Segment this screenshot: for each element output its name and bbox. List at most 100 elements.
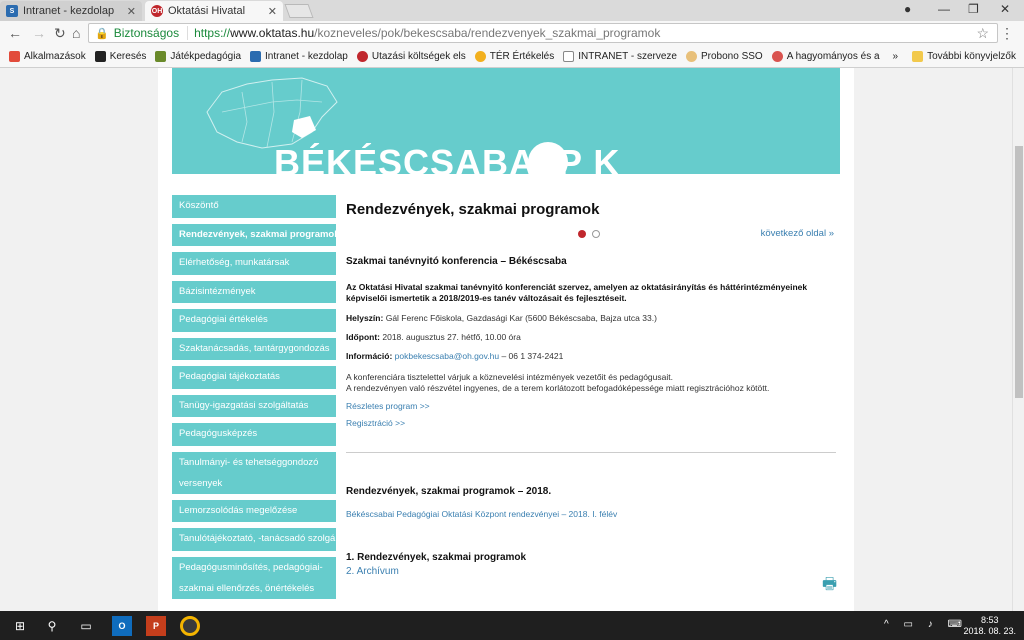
chrome-icon[interactable] — [180, 616, 200, 636]
butterfly-icon — [155, 51, 167, 62]
sidebar-item-tanugy[interactable]: Tanügy-igazgatási szolgáltatás — [172, 394, 336, 417]
address-bar[interactable]: 🔒 Biztonságos https://www.oktatas.hu/koz… — [88, 23, 998, 43]
windows-start-icon[interactable]: ⊞ — [10, 616, 30, 636]
section-title: Rendezvények, szakmai programok – 2018. — [346, 486, 552, 497]
close-icon[interactable]: ✕ — [268, 5, 277, 18]
bookmark-intranet[interactable]: Intranet - kezdolap — [250, 51, 348, 62]
sidebar-nav: Köszöntő Rendezvények, szakmai programok… — [172, 195, 336, 605]
menu-icon[interactable]: ⋮ — [1000, 25, 1014, 42]
oh-icon — [356, 51, 368, 62]
description-line-2: A rendezvényen való részvétel ingyenes, … — [346, 383, 770, 393]
clock[interactable]: 8:53 2018. 08. 23. — [963, 615, 1016, 637]
phone-number: – 06 1 374-2421 — [501, 351, 564, 361]
bookmark-kereses[interactable]: Keresés — [94, 51, 146, 62]
list-item-2[interactable]: 2. Archívum — [346, 566, 836, 577]
task-view-icon[interactable]: ▭ — [76, 616, 96, 636]
other-bookmarks[interactable]: További könyvjelzők — [927, 51, 1016, 62]
restore-icon[interactable]: ❐ — [968, 2, 979, 16]
tab-intranet[interactable]: S Intranet - kezdolap ✕ — [0, 1, 142, 21]
powerpoint-icon[interactable]: P — [146, 616, 166, 636]
tab-oktatasi-hivatal[interactable]: OH Oktatási Hivatal ✕ — [145, 1, 283, 21]
bookmark-hagyomanyos[interactable]: A hagyományos és a — [771, 51, 880, 62]
sidebar-item-pedagogiai-ertekeles[interactable]: Pedagógiai értékelés — [172, 309, 336, 332]
search-icon[interactable]: ⚲ — [42, 616, 62, 636]
bookmark-label: A hagyományos és a — [786, 51, 880, 62]
list-item-1[interactable]: 1. Rendezvények, szakmai programok — [346, 552, 836, 563]
sidebar-item-lemorzsolodas[interactable]: Lemorzsolódás megelőzése — [172, 499, 336, 522]
bookmark-utazasi[interactable]: Utazási költségek els — [356, 51, 466, 62]
pager-dot-active[interactable] — [578, 230, 586, 238]
forward-icon[interactable]: → — [32, 25, 46, 41]
home-icon[interactable]: ⌂ — [72, 25, 80, 41]
bookmark-label: TÉR Értékelés — [489, 51, 555, 62]
bookmark-jatekpedagogia[interactable]: Játékpedagógia — [155, 51, 241, 62]
page-viewport: BÉKÉSCSABAI P K Köszöntő Rendezvények, s… — [0, 68, 1012, 611]
system-tray-icons[interactable]: ^ ▭ ♪ ⌨ — [884, 619, 968, 630]
sidebar-item-pedagoguskepzes[interactable]: Pedagógusképzés — [172, 423, 336, 446]
registration-link[interactable]: Regisztráció >> — [346, 418, 836, 428]
bookmark-ter[interactable]: TÉR Értékelés — [474, 51, 555, 62]
event-time: Időpont: 2018. augusztus 27. hétfő, 10.0… — [346, 332, 836, 342]
bookmark-intranet-szerv[interactable]: INTRANET - szerveze — [563, 51, 677, 62]
folder-icon — [912, 51, 924, 62]
bookmark-probono[interactable]: Probono SSO — [685, 51, 763, 62]
event-description: A konferenciára tisztelettel várjuk a kö… — [346, 372, 836, 394]
banner-logo-circle — [528, 142, 568, 174]
print-icon[interactable]: 🖶 — [822, 573, 837, 600]
main-content: Rendezvények, szakmai programok következ… — [346, 195, 836, 577]
venue-value: Gál Ferenc Főiskola, Gazdasági Kar (5600… — [385, 313, 657, 323]
browser-tab-bar: S Intranet - kezdolap ✕ OH Oktatási Hiva… — [0, 0, 1024, 21]
clock-date: 2018. 08. 23. — [963, 626, 1016, 636]
bookmarks-bar: Alkalmazások Keresés Játékpedagógia Intr… — [0, 46, 1024, 68]
section-link[interactable]: Békéscsabai Pedagógiai Oktatási Központ … — [346, 509, 836, 519]
sidebar-item-tanulotajekoztato[interactable]: Tanulótájékoztató, -tanácsadó szolgálat — [172, 528, 336, 551]
window-close-icon[interactable]: ✕ — [1000, 2, 1010, 16]
reload-icon[interactable]: ↻ — [54, 25, 66, 42]
profile-icon[interactable]: ● — [904, 2, 911, 16]
secure-label: Biztonságos — [114, 26, 189, 40]
site-banner: BÉKÉSCSABAI P K — [172, 68, 840, 174]
divider — [346, 452, 836, 453]
event-intro: Az Oktatási Hivatal szakmai tanévnyitó k… — [346, 282, 808, 303]
clock-time: 8:53 — [980, 615, 999, 625]
pager-dot[interactable] — [592, 230, 600, 238]
sidebar-item-pedagogusminosites[interactable]: Pedagógusminősítés, pedagógiai-szakmai e… — [172, 556, 336, 599]
apps-icon — [9, 51, 20, 62]
sidebar-item-elerhetoseg[interactable]: Elérhetőség, munkatársak — [172, 252, 336, 275]
probono-icon — [685, 51, 697, 62]
scrollbar-thumb[interactable] — [1015, 146, 1023, 398]
banner-title: BÉKÉSCSABAI P K — [274, 142, 621, 174]
sidebar-item-pedagogiai-tajekoztatas[interactable]: Pedagógiai tájékoztatás — [172, 366, 336, 389]
sidebar-item-bazisintezmenyek[interactable]: Bázisintézmények — [172, 280, 336, 303]
close-icon[interactable]: ✕ — [127, 5, 136, 18]
event-venue: Helyszín: Gál Ferenc Főiskola, Gazdasági… — [346, 313, 836, 323]
bookmark-apps[interactable]: Alkalmazások — [9, 51, 86, 62]
sidebar-item-szaktanacsadas[interactable]: Szaktanácsadás, tantárgygondozás — [172, 337, 336, 360]
new-tab-button[interactable] — [284, 4, 314, 18]
tab-label: Intranet - kezdolap — [23, 5, 115, 17]
next-page-link[interactable]: következő oldal » — [761, 228, 834, 239]
hungary-map-icon — [206, 77, 338, 149]
page-title: Rendezvények, szakmai programok — [346, 201, 600, 218]
outlook-icon[interactable]: O — [112, 616, 132, 636]
email-link[interactable]: pokbekescsaba@oh.gov.hu — [395, 351, 499, 361]
sharepoint-icon — [250, 51, 262, 62]
tab-label: Oktatási Hivatal — [168, 5, 246, 17]
bookmark-label: Játékpedagógia — [170, 51, 242, 62]
time-label: Időpont: — [346, 332, 380, 342]
program-link[interactable]: Részletes program >> — [346, 401, 836, 411]
back-icon[interactable]: ← — [8, 25, 22, 41]
windows-taskbar: ⊞ ⚲ ▭ O P ^ ▭ ♪ ⌨ 8:53 2018. 08. 23. — [0, 611, 1024, 640]
bookmark-label: INTRANET - szerveze — [578, 51, 677, 62]
bookmark-star-icon[interactable]: ☆ — [976, 25, 989, 42]
sidebar-item-versenyek[interactable]: Tanulmányi- és tehetséggondozó versenyek — [172, 451, 336, 494]
sidebar-item-koszonto[interactable]: Köszöntő — [172, 195, 336, 218]
sidebar-item-rendezvenyek[interactable]: Rendezvények, szakmai programok — [172, 223, 336, 246]
bookmark-label: Alkalmazások — [24, 51, 86, 62]
more-bookmarks-icon[interactable]: » — [893, 51, 899, 62]
apple-icon — [771, 51, 783, 62]
time-value: 2018. augusztus 27. hétfő, 10.00 óra — [382, 332, 521, 342]
search-site-icon — [94, 51, 106, 62]
scrollbar[interactable] — [1012, 68, 1024, 611]
minimize-icon[interactable]: — — [938, 2, 950, 16]
